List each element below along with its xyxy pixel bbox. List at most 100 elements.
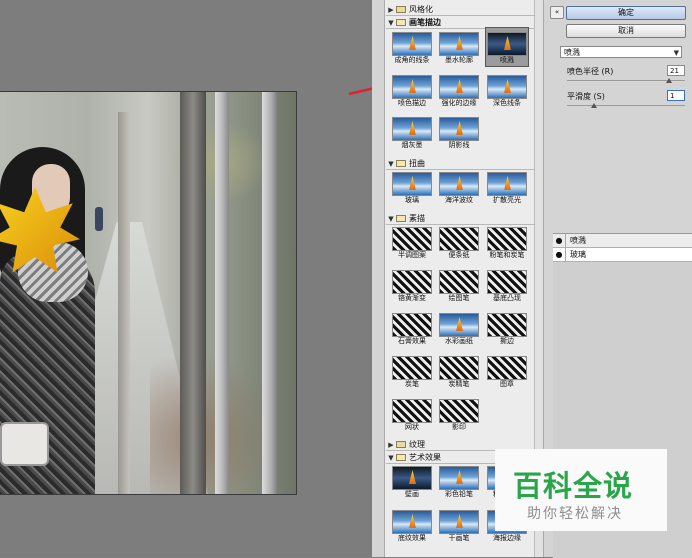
smoothness-slider[interactable] xyxy=(567,103,685,108)
filter-thumb-ink-outlines[interactable]: 墨水轮廓 xyxy=(437,32,481,64)
filter-preview-icon xyxy=(487,172,527,196)
eye-icon[interactable]: ● xyxy=(553,234,566,247)
filter-label: 基底凸现 xyxy=(493,294,521,302)
filter-label: 阴影线 xyxy=(448,141,470,149)
filter-thumb-reticulation[interactable]: 网状 xyxy=(390,399,434,431)
category-sketch[interactable]: ▼ 素描 xyxy=(386,213,534,225)
preview-image[interactable] xyxy=(0,91,297,495)
filter-thumb-chrome[interactable]: 铬黄渐变 xyxy=(390,270,434,302)
filter-thumb-bas-relief[interactable]: 基底凸现 xyxy=(485,270,529,302)
filter-thumb-halftone[interactable]: 半调图案 xyxy=(390,227,434,259)
filter-label: 水彩画纸 xyxy=(445,337,473,345)
filter-thumb-graphic-pen[interactable]: 绘图笔 xyxy=(437,270,481,302)
filter-preview-icon xyxy=(392,270,432,294)
category-label: 风格化 xyxy=(409,5,433,14)
filter-preview-icon xyxy=(487,313,527,337)
spray-radius-input[interactable]: 21 xyxy=(667,65,685,76)
filter-preview-icon xyxy=(392,227,432,251)
tree-trunk xyxy=(118,112,130,494)
distant-person-shape xyxy=(95,207,103,231)
category-distort[interactable]: ▼ 扭曲 xyxy=(386,158,534,170)
filter-preview-icon xyxy=(439,117,479,141)
filter-thumb-torn-edges[interactable]: 撕边 xyxy=(485,313,529,345)
filter-thumb-sumi-e[interactable]: 烟灰墨 xyxy=(390,117,434,149)
filter-thumb-angled-strokes[interactable]: 成角的线条 xyxy=(390,32,434,64)
filter-thumb-underpainting[interactable]: 底纹效果 xyxy=(390,510,434,542)
expand-triangle-icon[interactable]: ▶ xyxy=(386,441,396,449)
filter-preview-icon xyxy=(392,32,432,56)
filter-label: 铬黄渐变 xyxy=(398,294,426,302)
effect-layer-row[interactable]: ● 玻璃 xyxy=(553,248,692,262)
filter-label: 绘图笔 xyxy=(448,294,470,302)
expand-triangle-icon[interactable]: ▶ xyxy=(386,6,396,14)
filter-thumb-colored-pencil[interactable]: 彩色铅笔 xyxy=(437,466,481,498)
filter-thumb-dark-strokes[interactable]: 深色线条 xyxy=(485,75,529,107)
filter-label: 半调图案 xyxy=(398,251,426,259)
category-stylize[interactable]: ▶ 风格化 xyxy=(386,4,534,16)
slider-knob-icon[interactable] xyxy=(666,78,673,83)
filter-thumb-ocean-ripple[interactable]: 海洋波纹 xyxy=(437,172,481,204)
filter-label: 壁画 xyxy=(405,490,419,498)
effect-layer-row[interactable]: ● 喷溅 xyxy=(553,234,692,248)
filter-thumb-spatter-selected[interactable]: 喷溅 xyxy=(485,27,529,67)
filter-thumb-dry-brush[interactable]: 干画笔 xyxy=(437,510,481,542)
filter-thumb-crosshatch[interactable]: 阴影线 xyxy=(437,117,481,149)
filter-thumb-note-paper[interactable]: 便条纸 xyxy=(437,227,481,259)
filter-preview-icon xyxy=(439,32,479,56)
filter-preview-icon xyxy=(439,270,479,294)
filter-thumb-fresco[interactable]: 壁画 xyxy=(390,466,434,498)
filter-label: 深色线条 xyxy=(493,99,521,107)
filter-preview-icon xyxy=(392,172,432,196)
filter-label: 喷色描边 xyxy=(398,99,426,107)
filter-thumb-charcoal[interactable]: 炭笔 xyxy=(390,356,434,388)
filter-label: 炭笔 xyxy=(405,380,419,388)
filter-preview-icon xyxy=(392,75,432,99)
filter-thumb-plaster[interactable]: 石膏效果 xyxy=(390,313,434,345)
filter-label: 图章 xyxy=(500,380,514,388)
slider-knob-icon[interactable] xyxy=(590,103,597,108)
filter-select[interactable]: 喷溅 ▼ xyxy=(560,46,682,58)
filter-label: 干画笔 xyxy=(448,534,470,542)
filter-thumb-stamp[interactable]: 图章 xyxy=(485,356,529,388)
filter-preview-icon xyxy=(439,75,479,99)
filter-thumb-chalk-charcoal[interactable]: 粉笔和炭笔 xyxy=(485,227,529,259)
filter-thumb-photocopy[interactable]: 影印 xyxy=(437,399,481,431)
category-label: 扭曲 xyxy=(409,159,425,168)
folder-open-icon xyxy=(396,19,406,26)
collapse-gallery-button[interactable]: « xyxy=(550,6,564,19)
collapse-triangle-icon[interactable]: ▼ xyxy=(386,215,396,223)
filter-thumb-glass[interactable]: 玻璃 xyxy=(390,172,434,204)
filter-thumb-water-paper[interactable]: 水彩画纸 xyxy=(437,313,481,345)
filter-preview-icon xyxy=(439,399,479,423)
filter-thumb-sprayed-strokes[interactable]: 喷色描边 xyxy=(390,75,434,107)
filter-preview-icon xyxy=(439,356,479,380)
filter-thumb-conte-crayon[interactable]: 炭精笔 xyxy=(437,356,481,388)
tree-trunk xyxy=(262,92,278,494)
smoothness-label: 平滑度 (S) xyxy=(567,92,605,101)
preview-canvas xyxy=(0,0,372,557)
folder-icon xyxy=(396,441,406,448)
collapse-triangle-icon[interactable]: ▼ xyxy=(386,160,396,168)
filter-preview-icon xyxy=(439,227,479,251)
smoothness-input[interactable]: 1 xyxy=(667,90,685,101)
collapse-triangle-icon[interactable]: ▼ xyxy=(386,454,396,462)
ok-button[interactable]: 确定 xyxy=(566,6,686,20)
cancel-button[interactable]: 取消 xyxy=(566,24,686,38)
eye-icon[interactable]: ● xyxy=(553,248,566,261)
filter-select-value: 喷溅 xyxy=(564,48,580,57)
filter-preview-icon xyxy=(392,466,432,490)
filter-preview-icon xyxy=(439,510,479,534)
filter-thumb-accented-edges[interactable]: 强化的边缘 xyxy=(437,75,481,107)
filter-label: 强化的边缘 xyxy=(441,99,477,107)
filter-label: 炭精笔 xyxy=(448,380,470,388)
filter-label: 烟灰墨 xyxy=(401,141,423,149)
filter-label: 底纹效果 xyxy=(398,534,426,542)
spray-radius-slider[interactable] xyxy=(567,78,685,83)
category-label: 纹理 xyxy=(409,440,425,449)
filter-preview-icon xyxy=(487,32,527,56)
filter-label: 成角的线条 xyxy=(394,56,430,64)
folder-open-icon xyxy=(396,454,406,461)
collapse-triangle-icon[interactable]: ▼ xyxy=(386,19,396,27)
filter-preview-icon xyxy=(392,356,432,380)
filter-thumb-diffuse-glow[interactable]: 扩散亮光 xyxy=(485,172,529,204)
